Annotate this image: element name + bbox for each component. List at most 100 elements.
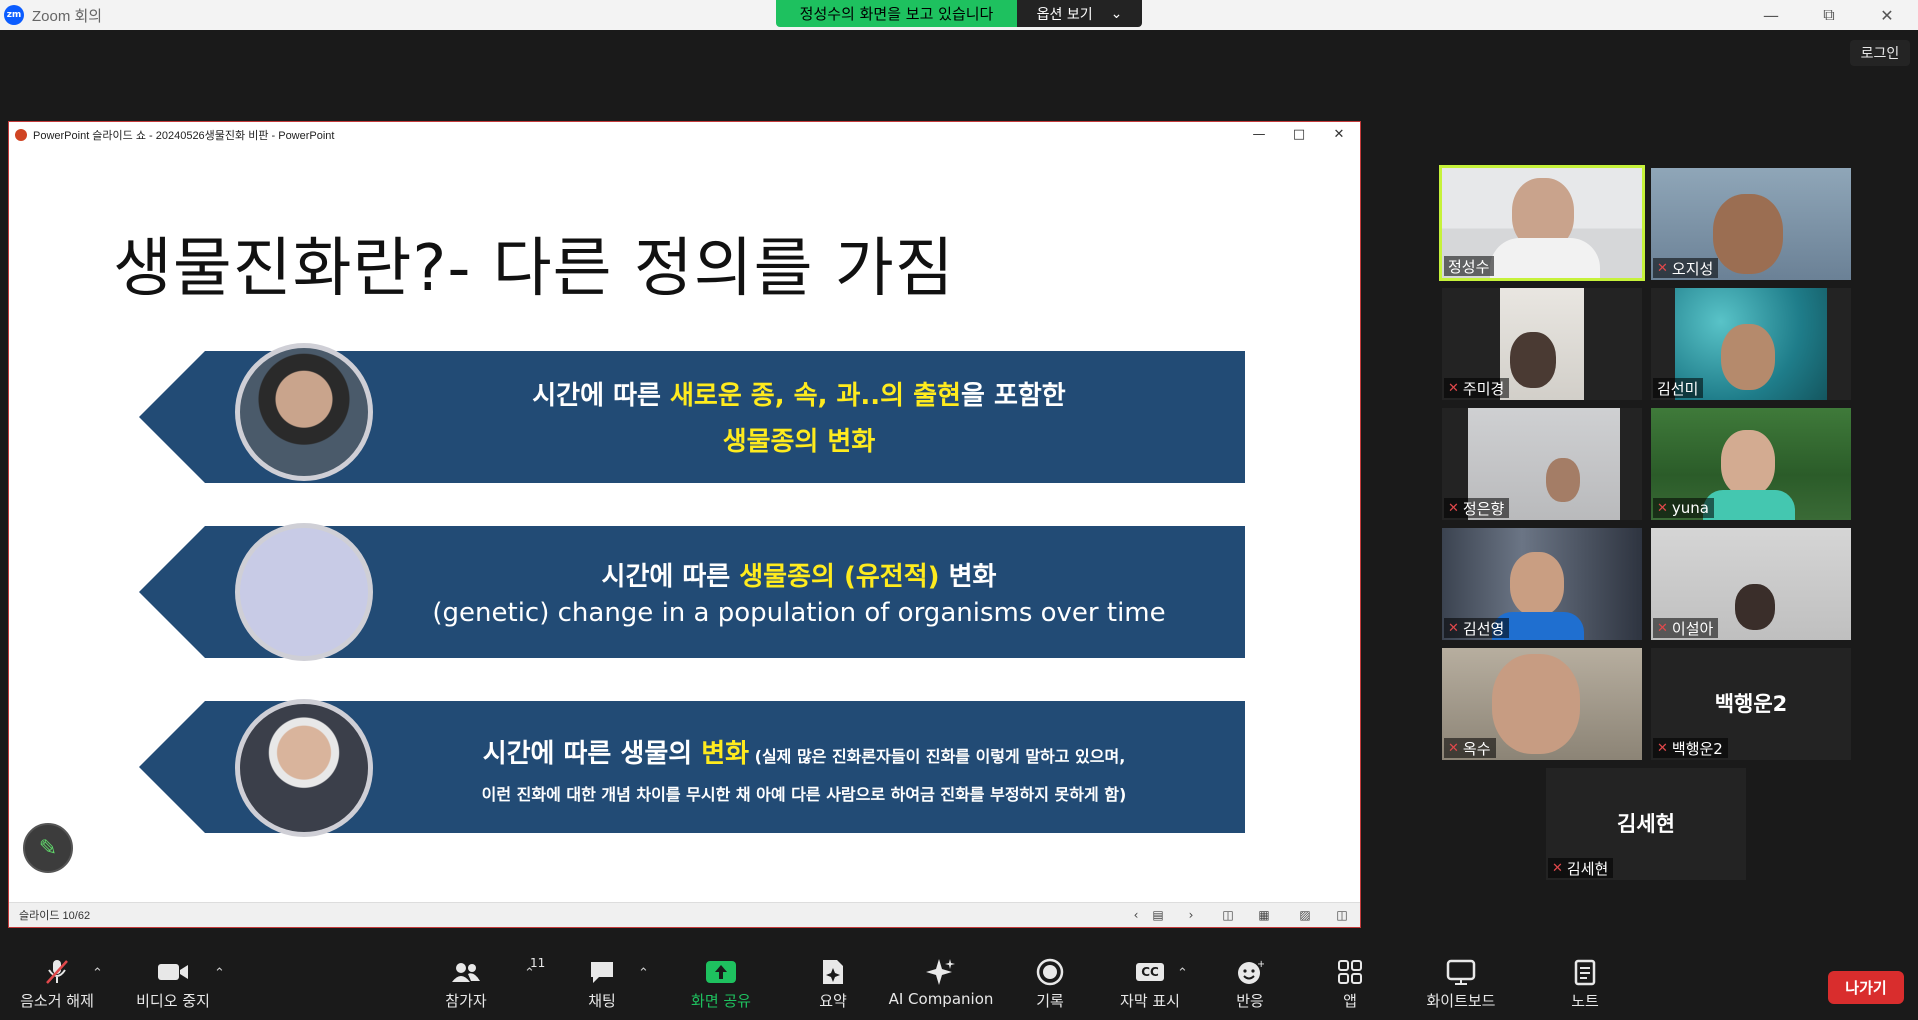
view-options-button[interactable]: 옵션 보기 ⌄ bbox=[1017, 0, 1142, 27]
participant-name-tag: ✕ 주미경 bbox=[1444, 378, 1510, 398]
chat-label: 채팅 bbox=[588, 992, 616, 1010]
view-options-label: 옵션 보기 bbox=[1036, 6, 1093, 23]
login-button[interactable]: 로그인 bbox=[1850, 40, 1910, 66]
minimize-icon[interactable]: — bbox=[1748, 0, 1794, 30]
slide-title: 생물진화란?- 다른 정의를 가짐 bbox=[113, 232, 955, 306]
slide-banner-3: 시간에 따른 생물의 변화 (실제 많은 진화론자들이 진화를 이렇게 말하고 … bbox=[139, 699, 1245, 837]
record-icon bbox=[1036, 956, 1064, 988]
banner-1-line-2: 생물종의 변화 bbox=[722, 427, 876, 457]
smiley-icon: + bbox=[1236, 956, 1264, 988]
participant-shirt bbox=[1703, 490, 1795, 520]
slide-list-icon: ▤ bbox=[1152, 908, 1164, 922]
audio-options-caret-icon[interactable]: ⌃ bbox=[92, 966, 103, 981]
slideshow-view-icon: ◫ bbox=[1336, 908, 1348, 922]
participant-name-tag: ✕ 오지성 bbox=[1653, 258, 1719, 278]
summary-button[interactable]: 요약 bbox=[778, 956, 888, 1011]
viewing-share-banner: 정성수의 화면을 보고 있습니다 bbox=[776, 0, 1017, 27]
shared-window-title: PowerPoint 슬라이드 쇼 - 20240526생물진화 비판 - Po… bbox=[33, 129, 335, 142]
participant-tile[interactable]: ✕ 주미경 bbox=[1442, 288, 1642, 400]
participant-tile[interactable]: ✕ yuna bbox=[1651, 408, 1851, 520]
mic-muted-icon: ✕ bbox=[1657, 500, 1668, 516]
portrait-photo bbox=[235, 699, 373, 837]
close-icon[interactable]: ✕ bbox=[1864, 0, 1910, 30]
participants-button[interactable]: 11 참가자 bbox=[411, 956, 545, 1011]
participant-tile[interactable]: ✕ 옥수 bbox=[1442, 648, 1642, 760]
banner-3-line-1: 시간에 따른 생물의 변화 (실제 많은 진화론자들이 진화를 이렇게 말하고 … bbox=[482, 739, 1126, 769]
summary-icon bbox=[820, 956, 846, 988]
video-camera-icon bbox=[157, 956, 189, 988]
participant-name-tag: ✕ 김선영 bbox=[1444, 618, 1510, 638]
zoom-logo-icon: zm bbox=[4, 5, 24, 25]
participant-face bbox=[1492, 654, 1580, 754]
mic-muted-icon: ✕ bbox=[1552, 860, 1563, 876]
restore-icon[interactable]: ⧉ bbox=[1806, 0, 1852, 30]
participant-display-name: 김세현 bbox=[1617, 812, 1675, 836]
participant-name-tag: ✕ 이설아 bbox=[1653, 618, 1719, 638]
record-button[interactable]: 기록 bbox=[995, 956, 1105, 1011]
participant-tile[interactable]: 정성수 bbox=[1439, 165, 1645, 281]
chat-icon bbox=[588, 956, 616, 988]
captions-label: 자막 표시 bbox=[1120, 992, 1180, 1010]
record-label: 기록 bbox=[1036, 992, 1064, 1010]
video-options-caret-icon[interactable]: ⌃ bbox=[214, 966, 225, 981]
prev-slide-icon: ‹ bbox=[1133, 908, 1139, 922]
banner-3-line-2: 이런 진화에 대한 개념 차이를 무시한 채 아예 다른 사람으로 하여금 진화… bbox=[481, 785, 1127, 804]
shared-window-titlebar: PowerPoint 슬라이드 쇼 - 20240526생물진화 비판 - Po… bbox=[9, 122, 1360, 147]
powerpoint-icon bbox=[15, 128, 27, 141]
chat-options-caret-icon[interactable]: ⌃ bbox=[638, 966, 649, 981]
participant-name-tag: ✕ 백행운2 bbox=[1653, 738, 1728, 758]
mic-muted-icon: ✕ bbox=[1657, 740, 1668, 756]
participant-face bbox=[1721, 430, 1775, 496]
participants-label: 참가자 bbox=[445, 992, 487, 1010]
mic-muted-icon: ✕ bbox=[1448, 380, 1459, 396]
leave-meeting-button[interactable]: 나가기 bbox=[1828, 971, 1904, 1004]
participant-tile[interactable]: 김세현 ✕ 김세현 bbox=[1546, 768, 1746, 880]
sorter-view-icon: ▦ bbox=[1258, 908, 1270, 922]
participant-name-tag: 정성수 bbox=[1444, 256, 1495, 276]
participant-tile[interactable]: ✕ 오지성 bbox=[1651, 168, 1851, 280]
slide-banner-2: 시간에 따른 생물종의 (유전적) 변화 (genetic) change in… bbox=[139, 523, 1245, 661]
whiteboard-button[interactable]: 화이트보드 bbox=[1406, 956, 1516, 1011]
participant-tile[interactable]: ✕ 정은향 bbox=[1442, 408, 1642, 520]
slide: 생물진화란?- 다른 정의를 가짐 시간에 따른 새로운 종, 속, 과..의 … bbox=[9, 147, 1360, 902]
participant-tile[interactable]: ✕ 김선영 bbox=[1442, 528, 1642, 640]
participant-name-tag: ✕ yuna bbox=[1653, 498, 1714, 518]
whiteboard-icon bbox=[1446, 956, 1476, 988]
unmute-button[interactable]: 음소거 해제 bbox=[2, 956, 112, 1011]
portrait-placeholder bbox=[235, 523, 373, 661]
banner-1-line-1: 시간에 따른 새로운 종, 속, 과..의 출현을 포함한 bbox=[532, 381, 1066, 411]
participant-tile[interactable]: ✕ 이설아 bbox=[1651, 528, 1851, 640]
reading-view-icon: ▨ bbox=[1299, 908, 1311, 922]
notes-button[interactable]: 노트 bbox=[1530, 956, 1640, 1011]
participant-display-name: 백행운2 bbox=[1714, 692, 1788, 716]
reactions-button[interactable]: + 반응 bbox=[1195, 956, 1305, 1011]
participants-options-caret-icon[interactable]: ⌃ bbox=[524, 966, 535, 981]
sparkle-icon bbox=[926, 956, 956, 988]
captions-options-caret-icon[interactable]: ⌃ bbox=[1177, 966, 1188, 981]
captions-button[interactable]: CC 자막 표시 bbox=[1095, 956, 1205, 1011]
whiteboard-label: 화이트보드 bbox=[1426, 992, 1496, 1010]
slide-number: 슬라이드 10/62 bbox=[19, 910, 91, 922]
chat-button[interactable]: 채팅 bbox=[547, 956, 657, 1011]
pen-icon[interactable]: ✎ bbox=[23, 823, 73, 873]
captions-icon: CC bbox=[1136, 956, 1164, 988]
participant-face bbox=[1713, 194, 1783, 274]
apps-button[interactable]: 앱 bbox=[1295, 956, 1405, 1011]
banner-2-line-1: 시간에 따른 생물종의 (유전적) 변화 bbox=[601, 562, 997, 592]
participant-tile[interactable]: 백행운2 ✕ 백행운2 bbox=[1651, 648, 1851, 760]
participant-name-tag: 김선미 bbox=[1653, 378, 1704, 398]
participant-face bbox=[1735, 584, 1775, 630]
share-screen-label: 화면 공유 bbox=[691, 992, 751, 1010]
reactions-label: 반응 bbox=[1236, 992, 1264, 1010]
participant-name-tag: ✕ 김세현 bbox=[1548, 858, 1614, 878]
ai-companion-button[interactable]: AI Companion bbox=[886, 956, 996, 1008]
portrait-photo bbox=[235, 343, 373, 481]
participant-tile[interactable]: 김선미 bbox=[1651, 288, 1851, 400]
ai-companion-label: AI Companion bbox=[888, 990, 994, 1008]
share-screen-button[interactable]: 화면 공유 bbox=[666, 956, 776, 1011]
stop-video-label: 비디오 중지 bbox=[136, 992, 210, 1010]
stop-video-button[interactable]: 비디오 중지 bbox=[118, 956, 228, 1011]
slide-banner-1: 시간에 따른 새로운 종, 속, 과..의 출현을 포함한 생물종의 변화 bbox=[139, 343, 1245, 483]
shared-maximize-icon: □ bbox=[1292, 127, 1306, 142]
participant-name-tag: ✕ 정은향 bbox=[1444, 498, 1510, 518]
